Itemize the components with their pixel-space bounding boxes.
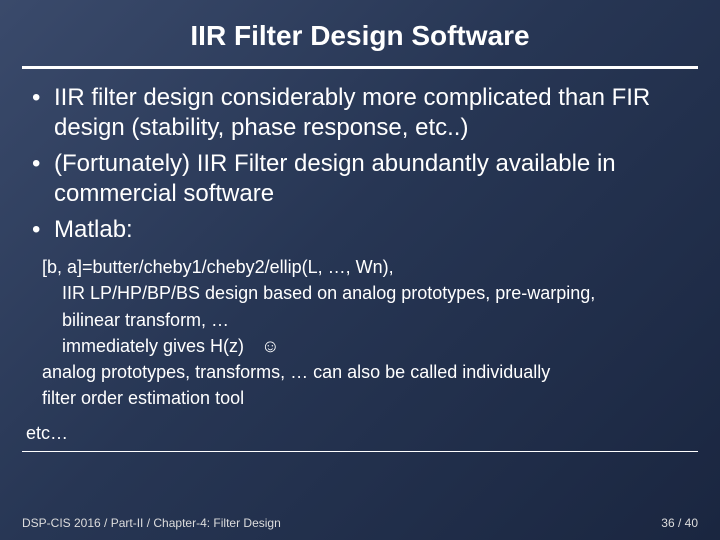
code-line: [b, a]=butter/cheby1/cheby2/ellip(L, …, …: [26, 255, 694, 279]
bullet-list: IIR filter design considerably more comp…: [26, 83, 694, 245]
footer-divider: [22, 451, 698, 452]
desc-line: IIR LP/HP/BP/BS design based on analog p…: [26, 281, 694, 305]
slide-title: IIR Filter Design Software: [0, 0, 720, 62]
desc-line: immediately gives H(z) ☺: [26, 334, 694, 358]
sub-content: [b, a]=butter/cheby1/cheby2/ellip(L, …, …: [26, 255, 694, 445]
desc-line: filter order estimation tool: [26, 386, 694, 410]
bullet-item: IIR filter design considerably more comp…: [26, 83, 694, 143]
bullet-item: Matlab:: [26, 215, 694, 245]
bullet-item: (Fortunately) IIR Filter design abundant…: [26, 149, 694, 209]
desc-line: analog prototypes, transforms, … can als…: [26, 360, 694, 384]
footer: DSP-CIS 2016 / Part-II / Chapter-4: Filt…: [22, 516, 698, 530]
desc-text: immediately gives H(z): [62, 336, 244, 356]
desc-line: bilinear transform, …: [26, 308, 694, 332]
footer-left: DSP-CIS 2016 / Part-II / Chapter-4: Filt…: [22, 516, 281, 530]
content-area: IIR filter design considerably more comp…: [0, 83, 720, 445]
slide: IIR Filter Design Software IIR filter de…: [0, 0, 720, 540]
smile-icon: ☺: [261, 334, 279, 358]
title-divider: [22, 66, 698, 69]
desc-line: etc…: [26, 421, 694, 445]
page-number: 36 / 40: [661, 516, 698, 530]
